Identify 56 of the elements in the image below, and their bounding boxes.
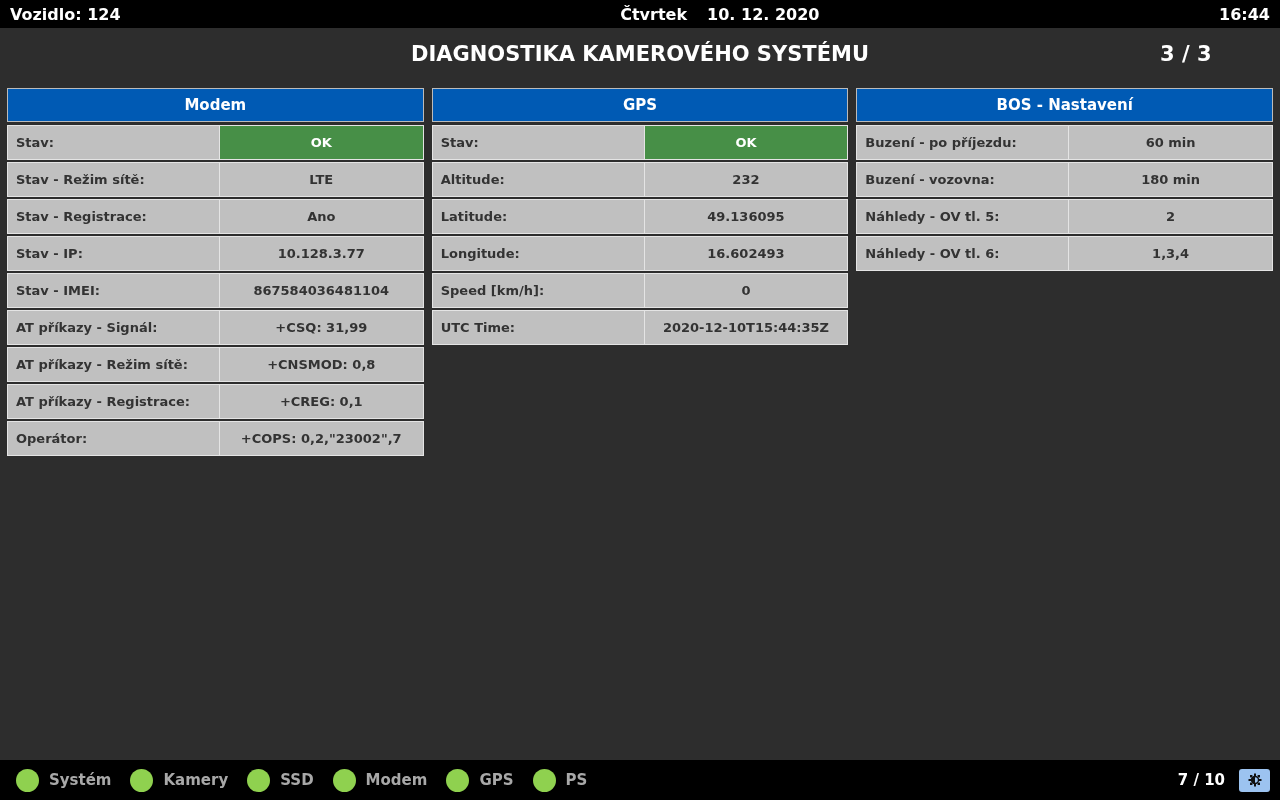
- row-value: +CSQ: 31,99: [219, 310, 424, 345]
- row-label: Longitude:: [431, 236, 645, 271]
- settings-button[interactable]: [1239, 768, 1270, 792]
- status-label: PS: [565, 771, 588, 789]
- row-label: Stav - IMEI:: [7, 273, 220, 308]
- row-value: 16.602493: [644, 236, 849, 271]
- row-label: Stav:: [431, 125, 645, 160]
- row-value: 2020-12-10T15:44:35Z: [644, 310, 849, 345]
- status-label: Kamery: [163, 771, 229, 789]
- date-label: 10. 12. 2020: [707, 4, 820, 24]
- status-label: Systém: [49, 771, 112, 789]
- row-value: 10.128.3.77: [219, 236, 424, 271]
- row-value: 2: [1069, 199, 1274, 234]
- row-value: LTE: [219, 162, 424, 197]
- row-value: Ano: [219, 199, 424, 234]
- row-label: Stav - Registrace:: [7, 199, 220, 234]
- row-value: +COPS: 0,2,"23002",7: [219, 421, 424, 456]
- status-label: Modem: [365, 771, 428, 789]
- row-label: AT příkazy - Režim sítě:: [7, 347, 220, 382]
- row-value: 49.136095: [644, 199, 849, 234]
- row-value: 232: [644, 162, 849, 197]
- row-label: AT příkazy - Signál:: [7, 310, 220, 345]
- clock-time: 16:44: [1219, 4, 1270, 24]
- row-label: UTC Time:: [431, 310, 645, 345]
- page-indicator: 3 / 3: [1160, 42, 1213, 66]
- panel-header: GPS: [431, 88, 849, 122]
- row-label: Stav:: [7, 125, 220, 160]
- row-label: AT příkazy - Registrace:: [7, 384, 220, 419]
- row-label: Buzení - po příjezdu:: [856, 125, 1070, 160]
- row-value: 180 min: [1069, 162, 1274, 197]
- page-counter: 7 / 10: [1177, 771, 1225, 789]
- panel-header: Modem: [7, 88, 424, 122]
- vehicle-label: Vozidlo: 124: [10, 4, 121, 24]
- row-label: Stav - IP:: [7, 236, 220, 271]
- row-label: Stav - Režim sítě:: [7, 162, 220, 197]
- row-label: Náhledy - OV tl. 6:: [856, 236, 1070, 271]
- row-label: Altitude:: [431, 162, 645, 197]
- screen-title: DIAGNOSTIKA KAMEROVÉHO SYSTÉMU: [410, 42, 870, 66]
- status-value: OK: [219, 125, 424, 160]
- row-value: 867584036481104: [219, 273, 424, 308]
- row-value: +CREG: 0,1: [219, 384, 424, 419]
- row-value: +CNSMOD: 0,8: [219, 347, 424, 382]
- status-value: OK: [644, 125, 849, 160]
- row-value: 0: [644, 273, 849, 308]
- row-value: 1,3,4: [1069, 236, 1274, 271]
- row-label: Operátor:: [7, 421, 220, 456]
- row-label: Buzení - vozovna:: [856, 162, 1070, 197]
- row-label: Latitude:: [431, 199, 645, 234]
- row-label: Náhledy - OV tl. 5:: [856, 199, 1070, 234]
- row-value: 60 min: [1069, 125, 1274, 160]
- brightness-icon: [1247, 773, 1262, 787]
- status-label: GPS: [479, 771, 514, 789]
- status-label: SSD: [280, 771, 314, 789]
- panel-header: BOS - Nastavení: [856, 88, 1273, 122]
- day-label: Čtvrtek: [620, 4, 688, 24]
- row-label: Speed [km/h]:: [431, 273, 645, 308]
